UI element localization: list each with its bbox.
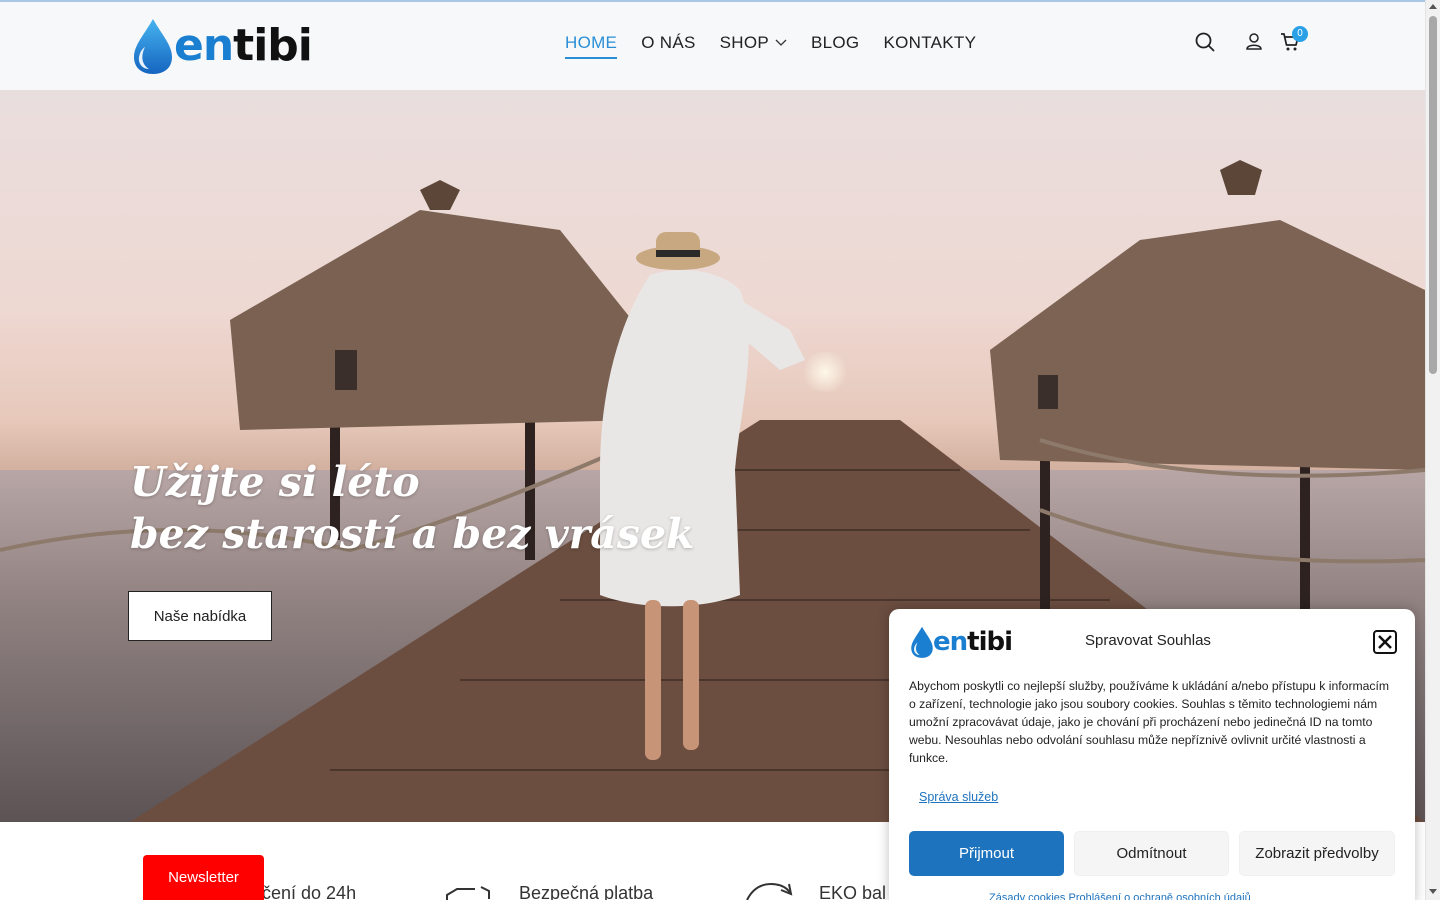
page-scrollbar[interactable]	[1425, 0, 1440, 900]
hero-title-line2: bez starostí a bez vrásek	[130, 510, 695, 558]
feature-delivery-label: čení do 24h	[262, 883, 357, 900]
nav-item-home[interactable]: HOME	[565, 33, 618, 59]
cart-count-badge: 0	[1292, 26, 1308, 42]
nav-item-blog[interactable]: BLOG	[811, 33, 859, 59]
site-logo[interactable]: entibi	[130, 16, 313, 76]
water-drop-logo-icon	[134, 19, 172, 74]
feature-eco-label: EKO bal	[819, 883, 887, 900]
hero-title-line1: Užijte si léto	[130, 458, 420, 506]
cookie-logo: entibi	[909, 625, 1013, 659]
scroll-down-arrow-icon[interactable]	[1429, 889, 1437, 894]
nav-item-kontakty[interactable]: KONTAKTY	[883, 33, 976, 59]
chevron-down-icon	[775, 39, 787, 46]
cookie-body-text: Abychom poskytli co nejlepší služby, pou…	[909, 679, 1390, 765]
user-icon[interactable]	[1245, 32, 1263, 54]
scrollbar-thumb[interactable]	[1429, 16, 1437, 374]
cookie-logo-text: entibi	[933, 627, 1013, 657]
main-nav: HOME O NÁS SHOP BLOG KONTAKTY	[565, 33, 976, 59]
deny-button[interactable]: Odmítnout	[1074, 831, 1229, 876]
scroll-up-arrow-icon[interactable]	[1429, 4, 1437, 9]
logo-text: entibi	[174, 20, 313, 71]
hero-cta-button[interactable]: Naše nabídka	[128, 591, 272, 641]
view-preferences-button[interactable]: Zobrazit předvolby	[1239, 831, 1395, 876]
site-header: entibi HOME O NÁS SHOP BLOG KONTAKTY 0	[0, 2, 1425, 90]
secure-payment-icon	[445, 885, 495, 900]
nav-item-shop[interactable]: SHOP	[720, 33, 787, 59]
close-icon[interactable]	[1373, 630, 1397, 654]
header-actions: 0	[1195, 26, 1315, 60]
cookie-footer-links[interactable]: Zásady cookies Prohlášení o ochraně osob…	[989, 892, 1251, 900]
newsletter-button[interactable]: Newsletter	[143, 855, 264, 900]
cookie-title: Spravovat Souhlas	[1085, 632, 1211, 649]
cookie-consent-dialog: entibi Spravovat Souhlas Abychom poskytl…	[889, 609, 1415, 900]
feature-secure-payment-label: Bezpečná platba	[519, 883, 654, 900]
hero-title: Užijte si léto bez starostí a bez vrásek	[130, 456, 694, 560]
nav-item-o-nas[interactable]: O NÁS	[641, 33, 695, 59]
accept-button[interactable]: Přijmout	[909, 831, 1064, 876]
eco-package-icon	[745, 882, 795, 900]
water-drop-logo-icon	[911, 626, 933, 658]
search-icon[interactable]	[1195, 32, 1215, 56]
manage-services-link[interactable]: Správa služeb	[919, 790, 998, 804]
